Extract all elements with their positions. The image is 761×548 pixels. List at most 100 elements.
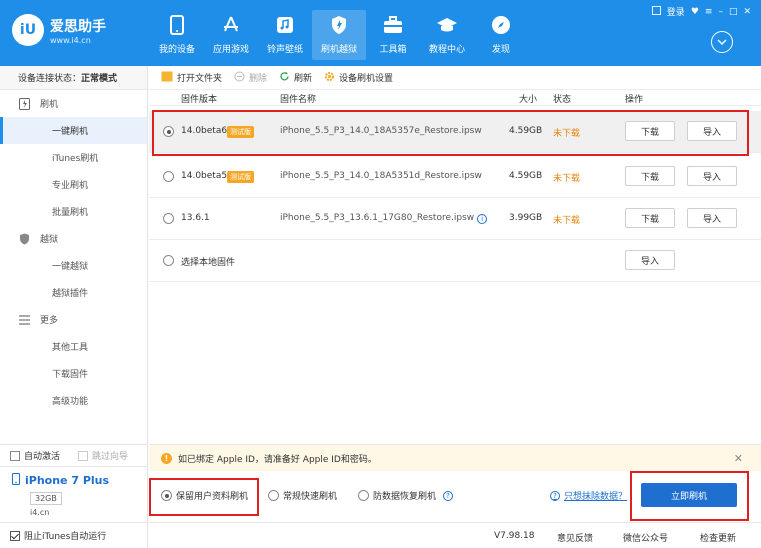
close-icon[interactable]: ✕: [743, 7, 751, 17]
delete-button[interactable]: 删除: [234, 71, 267, 85]
toolbox-icon: [382, 14, 404, 36]
skip-guide-checkbox[interactable]: [78, 450, 89, 461]
open-folder-button[interactable]: 打开文件夹: [161, 71, 222, 85]
firmware-name: iPhone_5.5_P3_14.0_18A5351d_Restore.ipsw: [280, 171, 482, 181]
app-title: 爱思助手: [50, 18, 106, 35]
toolbar: 打开文件夹 删除 刷新 设备刷机设置: [149, 66, 761, 90]
nav-apps[interactable]: 应用游戏: [204, 10, 258, 60]
music-icon: [274, 14, 296, 36]
minimize-icon[interactable]: –: [718, 7, 723, 17]
app-url: www.i4.cn: [50, 35, 91, 45]
local-firmware-label: 选择本地固件: [181, 258, 236, 268]
apple-id-warning: ! 如已绑定 Apple ID，请准备好 Apple ID和密码。 ✕: [149, 445, 761, 471]
main-panel: 打开文件夹 删除 刷新 设备刷机设置 固件版本 固件名称 大小 状态 操作 14…: [149, 66, 761, 548]
close-warning-icon[interactable]: ✕: [734, 452, 743, 465]
beta-badge: 测试版: [227, 171, 254, 183]
feedback-link[interactable]: 意见反馈: [557, 531, 593, 544]
anti-recovery-radio[interactable]: [358, 490, 369, 501]
download-status: 未下载: [553, 174, 581, 184]
window-controls: 登录 ♥ ≡ – □ ✕: [651, 5, 751, 18]
skip-guide-label: 跳过向导: [92, 452, 129, 462]
device-phone-icon: [12, 473, 20, 488]
firmware-radio[interactable]: [163, 171, 174, 182]
sidebar-item-batch-flash[interactable]: 批量刷机: [0, 198, 147, 225]
firmware-row[interactable]: 14.0beta5 测试版 iPhone_5.5_P3_14.0_18A5351…: [149, 156, 761, 198]
app-logo: iU 爱思助手 www.i4.cn: [12, 14, 106, 46]
auto-activate-label: 自动激活: [24, 452, 61, 462]
maximize-icon[interactable]: □: [729, 7, 738, 17]
status-bar: V7.98.18 意见反馈 微信公众号 检查更新: [149, 522, 761, 548]
warning-text: 如已绑定 Apple ID，请准备好 Apple ID和密码。: [178, 454, 377, 465]
sidebar-item-advanced[interactable]: 高级功能: [0, 387, 147, 414]
erase-data-link[interactable]: ? 只想抹除数据？: [547, 489, 627, 502]
col-version: 固件版本: [181, 95, 218, 105]
import-button[interactable]: 导入: [687, 166, 737, 186]
help-icon[interactable]: ?: [443, 490, 454, 501]
logo-mark: iU: [12, 14, 44, 46]
download-manager-icon[interactable]: [711, 31, 733, 53]
local-import-button[interactable]: 导入: [625, 250, 675, 270]
nav-my-device[interactable]: 我的设备: [150, 10, 204, 60]
sidebar-item-other-tools[interactable]: 其他工具: [0, 333, 147, 360]
device-capacity: 32GB: [30, 492, 62, 505]
wechat-link[interactable]: 微信公众号: [623, 531, 668, 544]
auto-activate-checkbox[interactable]: [10, 450, 20, 461]
option-anti-recovery[interactable]: 防数据恢复刷机 ?: [358, 489, 454, 502]
sidebar-group-jailbreak[interactable]: 越狱: [0, 225, 147, 252]
firmware-name: iPhone_5.5_P3_13.6.1_17G80_Restore.ipsw: [280, 213, 475, 223]
sidebar-item-jailbreak-plugins[interactable]: 越狱插件: [0, 279, 147, 306]
nav-flash-jailbreak[interactable]: 刷机越狱: [312, 10, 366, 60]
compass-icon: [490, 14, 512, 36]
local-firmware-radio[interactable]: [163, 255, 174, 266]
delete-icon: [234, 71, 245, 85]
refresh-icon: [279, 71, 290, 85]
block-itunes-checkbox[interactable]: [10, 530, 20, 541]
sidebar-item-one-click-flash[interactable]: 一键刷机: [0, 117, 147, 144]
flash-settings-button[interactable]: 设备刷机设置: [324, 71, 393, 85]
login-link[interactable]: 登录: [667, 5, 685, 18]
download-button[interactable]: 下载: [625, 208, 675, 228]
download-button[interactable]: 下载: [625, 166, 675, 186]
help-icon: ?: [550, 490, 560, 501]
sidebar-group-more[interactable]: 更多: [0, 306, 147, 333]
col-name: 固件名称: [280, 95, 317, 105]
device-info: iPhone 7 Plus 32GB i4.cn: [0, 466, 148, 522]
sidebar-group-flash[interactable]: 刷机: [0, 90, 147, 117]
local-firmware-row[interactable]: 选择本地固件 导入: [149, 240, 761, 282]
check-update-link[interactable]: 检查更新: [700, 531, 736, 544]
sidebar-item-pro-flash[interactable]: 专业刷机: [0, 171, 147, 198]
shirt-icon[interactable]: ♥: [691, 7, 699, 17]
gear-icon: [324, 71, 335, 85]
fast-flash-radio[interactable]: [268, 490, 279, 501]
import-button[interactable]: 导入: [687, 208, 737, 228]
sidebar-item-one-click-jailbreak[interactable]: 一键越狱: [0, 252, 147, 279]
firmware-version: 13.6.1: [181, 213, 210, 223]
user-icon[interactable]: [651, 5, 661, 18]
block-itunes-option: 阻止iTunes自动运行: [0, 522, 148, 548]
info-icon[interactable]: i: [477, 214, 488, 224]
flash-shield-icon: [328, 14, 350, 36]
firmware-size: 3.99GB: [509, 213, 543, 223]
folder-icon: [161, 71, 173, 85]
warning-icon: !: [161, 452, 172, 464]
nav-tutorials[interactable]: 教程中心: [420, 10, 474, 60]
graduation-cap-icon: [436, 14, 458, 36]
jailbreak-shield-icon: [18, 233, 30, 245]
sidebar-item-download-firmware[interactable]: 下载固件: [0, 360, 147, 387]
main-nav: 我的设备 应用游戏 铃声壁纸 刷机越狱 工具箱 教程中心 发现: [150, 10, 528, 60]
nav-discover[interactable]: 发现: [474, 10, 528, 60]
option-fast-flash[interactable]: 常规快速刷机: [268, 489, 337, 502]
firmware-row[interactable]: 13.6.1 iPhone_5.5_P3_13.6.1_17G80_Restor…: [149, 198, 761, 240]
firmware-radio[interactable]: [163, 213, 174, 224]
nav-ringtones[interactable]: 铃声壁纸: [258, 10, 312, 60]
block-itunes-label: 阻止iTunes自动运行: [24, 532, 107, 542]
col-action: 操作: [625, 95, 644, 105]
highlight-selected-firmware: [152, 110, 749, 156]
device-name: iPhone 7 Plus: [25, 474, 110, 487]
phone-icon: [166, 14, 188, 36]
sidebar-item-itunes-flash[interactable]: iTunes刷机: [0, 144, 147, 171]
connection-status: 设备连接状态： 正常模式: [0, 66, 147, 90]
menu-icon[interactable]: ≡: [705, 7, 713, 17]
nav-toolbox[interactable]: 工具箱: [366, 10, 420, 60]
refresh-button[interactable]: 刷新: [279, 71, 312, 85]
